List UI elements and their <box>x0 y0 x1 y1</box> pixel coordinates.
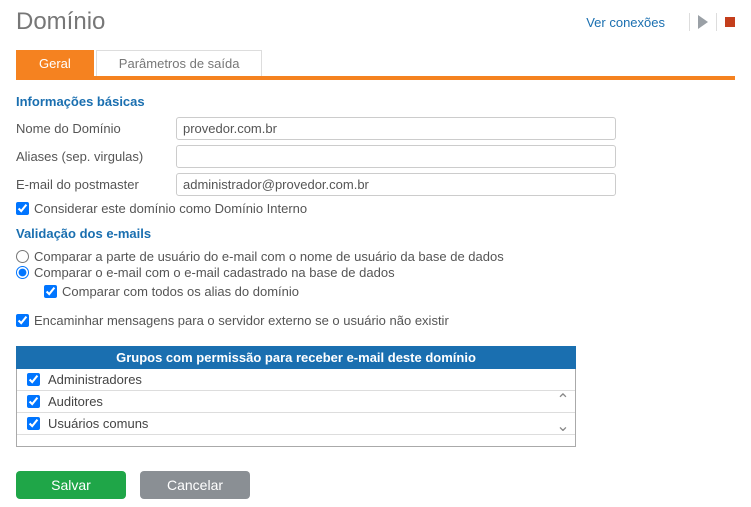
groups-header: Grupos com permissão para receber e-mail… <box>16 346 576 369</box>
domain-name-input[interactable] <box>176 117 616 140</box>
list-item[interactable]: Administradores <box>17 369 575 391</box>
group-checkbox[interactable] <box>27 395 40 408</box>
cancel-button[interactable]: Cancelar <box>140 471 250 499</box>
group-checkbox[interactable] <box>27 373 40 386</box>
view-connections-link[interactable]: Ver conexões <box>586 15 665 30</box>
postmaster-label: E-mail do postmaster <box>16 177 176 192</box>
group-checkbox[interactable] <box>27 417 40 430</box>
page-title: Domínio <box>16 8 105 36</box>
forward-external-label: Encaminhar mensagens para o servidor ext… <box>34 313 449 328</box>
group-label: Administradores <box>48 372 142 387</box>
tab-general[interactable]: Geral <box>16 50 94 76</box>
tab-output-params[interactable]: Parâmetros de saída <box>96 50 263 76</box>
compare-all-alias-checkbox[interactable] <box>44 285 57 298</box>
save-button[interactable]: Salvar <box>16 471 126 499</box>
group-label: Auditores <box>48 394 103 409</box>
play-icon[interactable] <box>698 15 708 29</box>
compare-email-db-label: Comparar o e-mail com o e-mail cadastrad… <box>34 265 395 280</box>
domain-name-label: Nome do Domínio <box>16 121 176 136</box>
divider <box>716 13 717 31</box>
compare-user-part-label: Comparar a parte de usuário do e-mail co… <box>34 249 504 264</box>
aliases-input[interactable] <box>176 145 616 168</box>
stop-icon[interactable] <box>725 17 735 27</box>
section-validation-title: Validação dos e-mails <box>16 226 735 241</box>
compare-all-alias-label: Comparar com todos os alias do domínio <box>62 284 299 299</box>
groups-list: Administradores Auditores Usuários comun… <box>16 369 576 447</box>
compare-email-db-radio[interactable] <box>16 266 29 279</box>
internal-domain-label: Considerar este domínio como Domínio Int… <box>34 201 307 216</box>
list-item[interactable]: Auditores <box>17 391 575 413</box>
chevron-down-icon[interactable]: ⌄ <box>556 419 569 435</box>
aliases-label: Aliases (sep. virgulas) <box>16 149 176 164</box>
internal-domain-checkbox[interactable] <box>16 202 29 215</box>
postmaster-input[interactable] <box>176 173 616 196</box>
compare-user-part-radio[interactable] <box>16 250 29 263</box>
tabs: Geral Parâmetros de saída <box>16 50 735 80</box>
list-item[interactable]: Usuários comuns <box>17 413 575 435</box>
section-basic-title: Informações básicas <box>16 94 735 109</box>
group-label: Usuários comuns <box>48 416 148 431</box>
divider <box>689 13 690 31</box>
forward-external-checkbox[interactable] <box>16 314 29 327</box>
chevron-up-icon[interactable]: ⌃ <box>556 393 569 409</box>
